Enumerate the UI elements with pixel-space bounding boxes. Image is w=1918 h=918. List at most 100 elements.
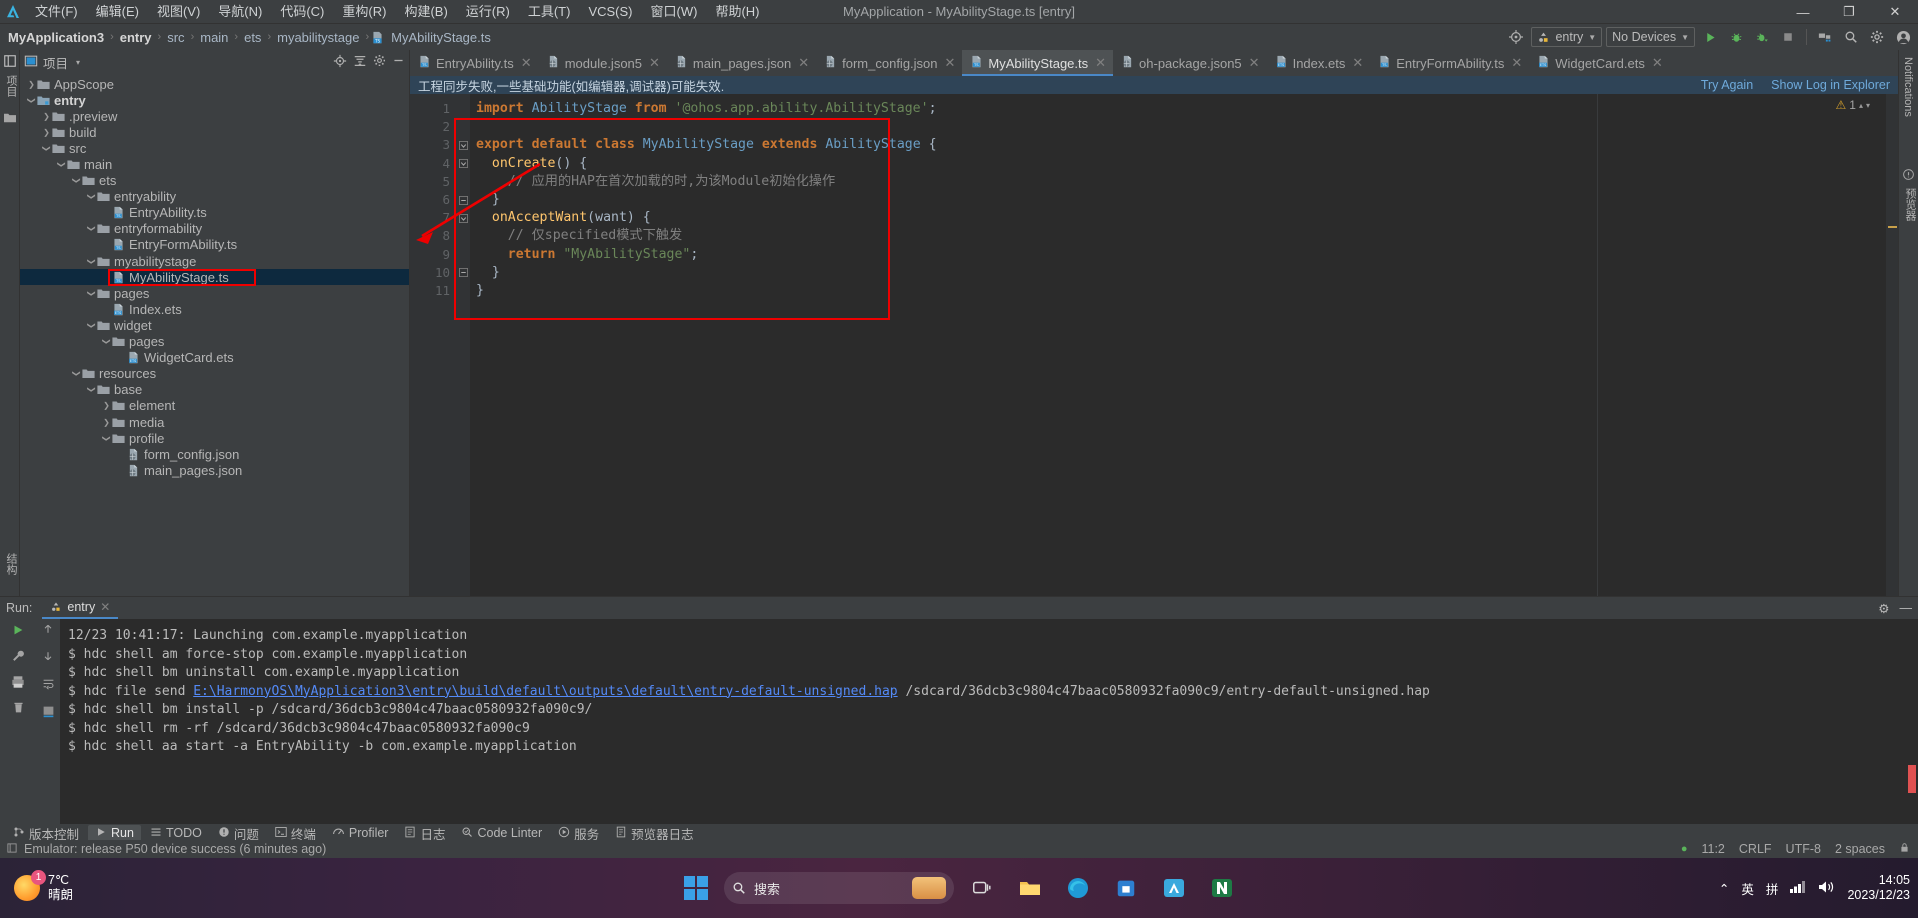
ime-lang-indicator[interactable]: 英 [1741,879,1754,898]
chevron-down-icon[interactable]: ❯ [102,336,111,347]
console-link[interactable]: E:\HarmonyOS\MyApplication3\entry\build\… [193,684,897,699]
tree-item-main-pages-json[interactable]: main_pages.json [20,462,409,478]
tree-item-ets[interactable]: ❯ ets [20,173,409,189]
tree-item-myabilitystage[interactable]: ❯ myabilitystage [20,253,409,269]
run-configuration-tab[interactable]: entry ✕ [42,597,119,619]
breadcrumb-item-src[interactable]: src [163,30,188,45]
chevron-down-icon[interactable]: ❯ [27,95,36,106]
tree-item-base[interactable]: ❯ base [20,382,409,398]
code-line[interactable]: return "MyAbilityStage"; [470,246,1898,264]
editor-tab-bar[interactable]: TS EntryAbility.ts ✕ module.json5 ✕ main_page… [410,50,1898,76]
menu-item-build[interactable]: 构建(B) [395,0,456,24]
print-icon[interactable] [11,675,25,692]
close-icon[interactable]: ✕ [798,55,809,71]
tree-item-src[interactable]: ❯ src [20,140,409,156]
line-separator[interactable]: CRLF [1739,842,1772,856]
gear-icon[interactable] [1866,26,1888,48]
editor-tab-main-pages-json[interactable]: main_pages.json ✕ [667,50,816,76]
edge-browser-icon[interactable] [1058,868,1098,908]
maximize-button[interactable]: ❐ [1826,0,1872,24]
chevron-down-icon[interactable]: ❯ [57,159,66,170]
tool-window-button-code-linter[interactable]: Code Linter [454,825,549,842]
code-line[interactable] [470,118,1898,136]
chevron-down-icon[interactable]: ❯ [87,223,96,234]
breadcrumb-item-module[interactable]: entry [116,30,156,45]
volume-icon[interactable] [1818,880,1835,897]
file-explorer-icon[interactable] [1010,868,1050,908]
code-line[interactable]: } [470,191,1898,209]
menu-item-navigate[interactable]: 导航(N) [209,0,271,24]
trash-icon[interactable] [12,701,25,717]
menu-item-view[interactable]: 视图(V) [148,0,209,24]
code-fold-toggle[interactable] [456,136,470,154]
hide-panel-icon[interactable]: — [1900,601,1913,615]
chevron-down-icon[interactable]: ❯ [87,384,96,395]
code-line[interactable]: export default class MyAbilityStage exte… [470,136,1898,154]
project-tool-icon[interactable] [3,54,17,71]
task-view-icon[interactable] [962,868,1002,908]
code-fold-toggle[interactable] [456,155,470,173]
chevron-down-icon[interactable]: ❯ [87,288,96,299]
breadcrumb-item-ets[interactable]: ets [240,30,265,45]
editor-tab-entryformability-ts[interactable]: TS EntryFormAbility.ts ✕ [1370,50,1529,76]
chevron-down-icon[interactable]: ❯ [87,256,96,267]
tree-item-profile[interactable]: ❯ profile [20,430,409,446]
account-icon[interactable] [1892,26,1914,48]
gear-icon[interactable]: ⚙ [1878,601,1889,616]
profile-icon[interactable] [1751,26,1773,48]
chevron-down-icon[interactable]: ❯ [87,320,96,331]
menu-item-file[interactable]: 文件(F) [26,0,87,24]
tree-item-resources[interactable]: ❯ resources [20,366,409,382]
breadcrumb-item-project[interactable]: MyApplication3 [4,30,108,45]
caret-position[interactable]: 11:2 [1701,842,1724,856]
tree-item-myabilitystage-ts[interactable]: TS MyAbilityStage.ts [20,269,409,286]
right-rail-label-previewer[interactable]: 预览器 [1900,185,1918,224]
close-icon[interactable]: ✕ [521,55,532,71]
editor-tab-module-json5[interactable]: module.json5 ✕ [539,50,667,76]
tree-item-pages[interactable]: ❯ pages [20,285,409,301]
close-icon[interactable]: ✕ [1352,55,1363,71]
tree-item-index-ets[interactable]: ETS Index.ets [20,301,409,317]
chevron-right-icon[interactable]: ❯ [101,418,112,427]
close-icon[interactable]: ✕ [1249,55,1260,71]
hide-panel-icon[interactable] [392,54,405,70]
tree-item-build[interactable]: ❯ build [20,124,409,140]
editor-tab-widgetcard-ets[interactable]: ETS WidgetCard.ets ✕ [1529,50,1670,76]
close-icon[interactable]: ✕ [1095,55,1106,71]
tree-item-entryability-ts[interactable]: TS EntryAbility.ts [20,205,409,221]
rerun-icon[interactable] [11,623,25,640]
chevron-right-icon[interactable]: ❯ [41,128,52,137]
code-line[interactable]: import AbilityStage from '@ohos.app.abil… [470,100,1898,118]
device-manager-icon[interactable] [1814,26,1836,48]
tree-item-form-config-json[interactable]: form_config.json [20,446,409,462]
tree-item-appscope[interactable]: ❯ AppScope [20,76,409,92]
locate-icon[interactable] [333,54,347,71]
harmony-devstudio-icon[interactable] [1154,868,1194,908]
editor-tab-myabilitystage-ts[interactable]: TS MyAbilityStage.ts ✕ [962,50,1114,76]
target-icon[interactable] [1505,26,1527,48]
editor-tab-oh-package-json5[interactable]: oh-package.json5 ✕ [1113,50,1267,76]
gear-icon[interactable] [373,54,386,70]
search-icon[interactable] [1840,26,1862,48]
scroll-down-icon[interactable] [42,650,54,665]
chevron-down-icon[interactable]: ❯ [72,175,81,186]
close-icon[interactable]: ✕ [1511,55,1522,71]
code-line[interactable]: // 应用的HAP在首次加载的时,为该Module初始化操作 [470,173,1898,191]
menu-item-help[interactable]: 帮助(H) [706,0,768,24]
lock-icon[interactable] [1899,842,1910,856]
tree-item-pages[interactable]: ❯ pages [20,334,409,350]
chevron-right-icon[interactable]: ❯ [41,112,52,121]
tree-item-entryability[interactable]: ❯ entryability [20,189,409,205]
code-fold-toggle[interactable] [456,209,470,227]
show-log-link[interactable]: Show Log in Explorer [1771,78,1890,92]
console-output[interactable]: 12/23 10:41:17: Launching com.example.my… [60,619,1918,826]
chevron-down-icon[interactable]: ▾ [76,58,80,67]
scroll-to-end-icon[interactable] [42,705,55,721]
tool-window-button-run[interactable]: Run [88,824,141,842]
code-line[interactable]: onCreate() { [470,155,1898,173]
warning-indicator[interactable]: ⚠ 1 ▴ ▾ [1836,98,1870,112]
menu-item-run[interactable]: 运行(R) [457,0,519,24]
wrench-icon[interactable] [11,649,25,666]
code-line[interactable]: onAcceptWant(want) { [470,209,1898,227]
taskbar-search[interactable]: 搜索 [724,872,954,904]
